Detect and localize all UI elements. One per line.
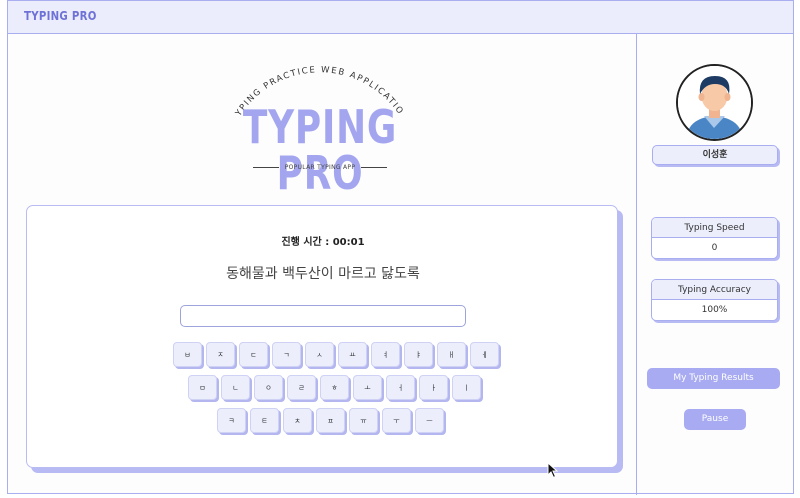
key-2-9[interactable]: ㅣ <box>452 375 481 400</box>
key-1-8[interactable]: ㅑ <box>404 342 433 367</box>
keyboard-row-2: ㅁㄴㅇㄹㅎㅗㅓㅏㅣ <box>188 375 481 400</box>
typing-accuracy-label: Typing Accuracy <box>652 280 777 300</box>
typing-pro-logo: TYPING PRACTICE WEB APPLICATION TYPING P… <box>200 58 440 196</box>
key-1-4[interactable]: ㄱ <box>272 342 301 367</box>
panel-divider <box>636 34 637 495</box>
typing-speed-label: Typing Speed <box>652 218 777 238</box>
top-bar: TYPING PRO <box>8 1 793 34</box>
key-3-7[interactable]: ㅡ <box>415 408 444 433</box>
key-3-1[interactable]: ㅋ <box>217 408 246 433</box>
key-3-6[interactable]: ㅜ <box>382 408 411 433</box>
logo-rule-right <box>361 167 388 168</box>
key-2-3[interactable]: ㅇ <box>254 375 283 400</box>
practice-card: 진행 시간 : 00:01 동해물과 백두산이 마르고 닳도록 ㅂㅈㄷㄱㅅㅛㅕㅑ… <box>26 205 618 468</box>
user-name: 이성훈 <box>652 145 778 165</box>
key-3-5[interactable]: ㅠ <box>349 408 378 433</box>
key-2-6[interactable]: ㅗ <box>353 375 382 400</box>
typing-speed-value: 0 <box>711 243 718 253</box>
keyboard-row-1: ㅂㅈㄷㄱㅅㅛㅕㅑㅐㅔ <box>173 342 499 367</box>
logo-rule-left <box>252 167 279 168</box>
elapsed-timer: 진행 시간 : 00:01 <box>281 237 365 248</box>
typing-accuracy-value: 100% <box>701 305 728 315</box>
key-2-7[interactable]: ㅓ <box>386 375 415 400</box>
mouse-cursor-icon <box>547 462 559 479</box>
typing-input[interactable] <box>180 305 466 327</box>
logo-subtitle-text: POPULAR TYPING APP <box>284 164 356 171</box>
key-1-5[interactable]: ㅅ <box>305 342 334 367</box>
key-2-1[interactable]: ㅁ <box>188 375 217 400</box>
user-avatar-icon <box>676 64 753 141</box>
logo-title: TYPING PRO <box>242 100 398 200</box>
my-typing-results-button[interactable]: My Typing Results <box>647 368 780 389</box>
key-3-2[interactable]: ㅌ <box>250 408 279 433</box>
key-1-10[interactable]: ㅔ <box>470 342 499 367</box>
pause-button[interactable]: Pause <box>684 409 746 430</box>
key-2-5[interactable]: ㅎ <box>320 375 349 400</box>
key-2-4[interactable]: ㄹ <box>287 375 316 400</box>
logo-subtitle: POPULAR TYPING APP <box>200 164 440 171</box>
typing-speed-card: Typing Speed 0 <box>651 217 778 259</box>
key-1-1[interactable]: ㅂ <box>173 342 202 367</box>
target-sentence: 동해물과 백두산이 마르고 닳도록 <box>226 266 420 282</box>
key-2-8[interactable]: ㅏ <box>419 375 448 400</box>
key-3-3[interactable]: ㅊ <box>283 408 312 433</box>
key-1-7[interactable]: ㅕ <box>371 342 400 367</box>
key-1-9[interactable]: ㅐ <box>437 342 466 367</box>
key-3-4[interactable]: ㅍ <box>316 408 345 433</box>
key-1-3[interactable]: ㄷ <box>239 342 268 367</box>
keyboard-row-3: ㅋㅌㅊㅍㅠㅜㅡ <box>217 408 444 433</box>
brand-title[interactable]: TYPING PRO <box>24 9 97 23</box>
avatar-illustration <box>678 66 751 139</box>
typing-accuracy-card: Typing Accuracy 100% <box>651 279 778 321</box>
key-1-2[interactable]: ㅈ <box>206 342 235 367</box>
key-1-6[interactable]: ㅛ <box>338 342 367 367</box>
key-2-2[interactable]: ㄴ <box>221 375 250 400</box>
